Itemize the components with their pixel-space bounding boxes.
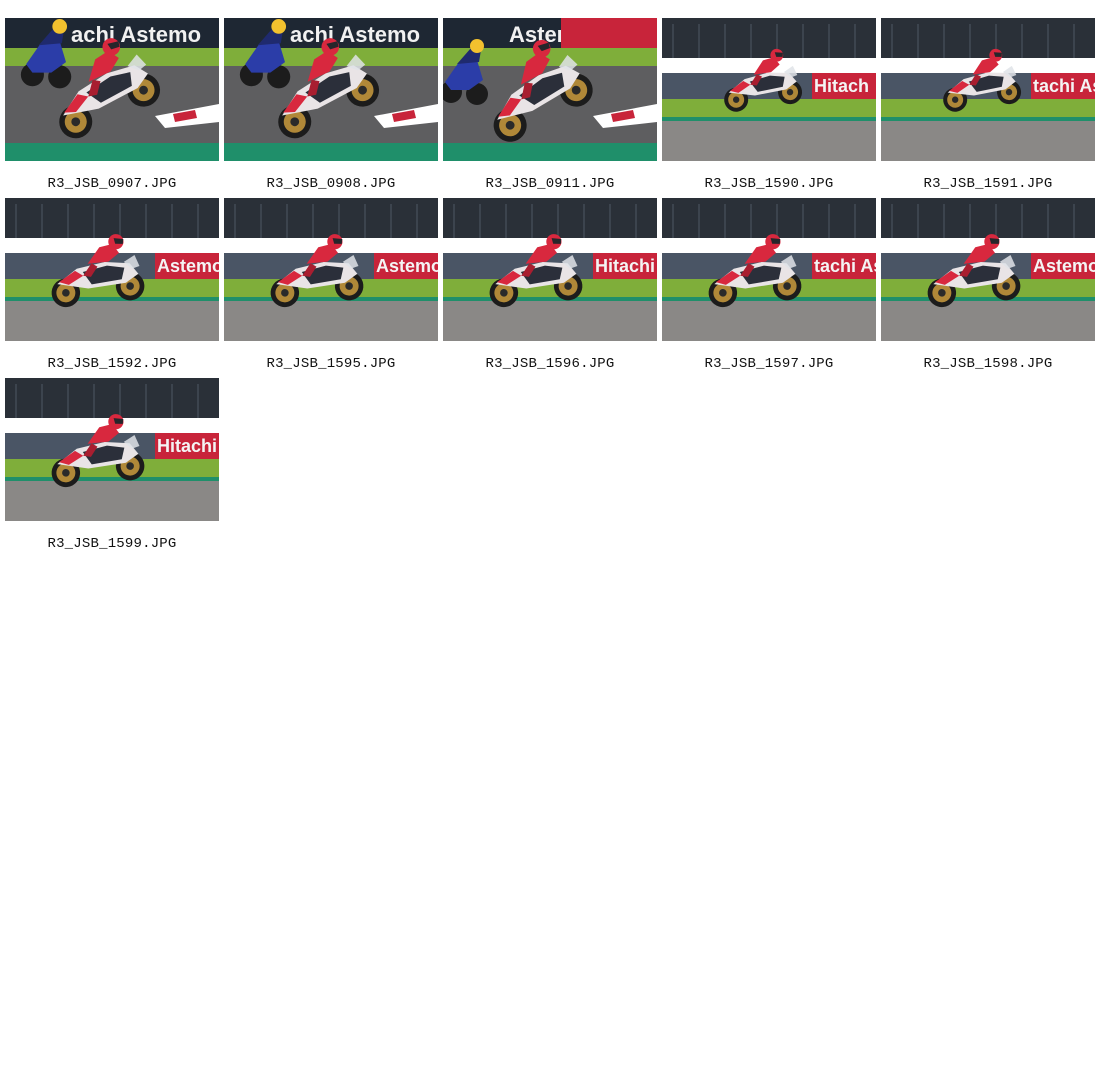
banner-text: Astemo: [1033, 256, 1095, 276]
photo-thumbnail[interactable]: achi Astemo: [5, 18, 219, 161]
thumbnail-filename[interactable]: R3_JSB_0911.JPG: [443, 176, 657, 192]
banner-text: achi Astemo: [290, 22, 420, 47]
thumbnail-filename[interactable]: R3_JSB_1599.JPG: [5, 536, 219, 552]
photo-thumbnail[interactable]: Hitach: [662, 18, 876, 161]
gallery-tile[interactable]: Astemo R3_JSB_1595.JPG: [224, 198, 438, 378]
banner-text: Astemo: [376, 256, 438, 276]
thumbnail-filename[interactable]: R3_JSB_1591.JPG: [881, 176, 1095, 192]
gallery-tile[interactable]: tachi Ast R3_JSB_1591.JPG: [881, 18, 1095, 198]
photo-thumbnail[interactable]: Hitachi: [5, 378, 219, 521]
photo-thumbnail[interactable]: achi Astemo: [224, 18, 438, 161]
photo-thumbnail[interactable]: Astemo: [881, 198, 1095, 341]
banner-text: Hitach: [814, 76, 869, 96]
photo-thumbnail[interactable]: tachi Aste: [662, 198, 876, 341]
banner-text: tachi Aste: [814, 256, 876, 276]
banner-text: achi Astemo: [71, 22, 201, 47]
photo-thumbnail[interactable]: Hitachi: [443, 198, 657, 341]
banner-text: Astemo: [157, 256, 219, 276]
thumbnail-filename[interactable]: R3_JSB_1592.JPG: [5, 356, 219, 372]
thumbnail-filename[interactable]: R3_JSB_0908.JPG: [224, 176, 438, 192]
photo-thumbnail[interactable]: Astemo Hitach: [443, 18, 657, 161]
banner-text: tachi Ast: [1033, 76, 1095, 96]
photo-thumbnail[interactable]: tachi Ast: [881, 18, 1095, 161]
gallery-tile[interactable]: Hitach R3_JSB_1590.JPG: [662, 18, 876, 198]
thumbnail-filename[interactable]: R3_JSB_1598.JPG: [881, 356, 1095, 372]
thumbnail-filename[interactable]: R3_JSB_1597.JPG: [662, 356, 876, 372]
gallery-tile[interactable]: Astemo Hitach R3_JSB_0911.JPG: [443, 18, 657, 198]
thumbnail-filename[interactable]: R3_JSB_1596.JPG: [443, 356, 657, 372]
thumbnail-filename[interactable]: R3_JSB_0907.JPG: [5, 176, 219, 192]
gallery-tile[interactable]: Astemo R3_JSB_1592.JPG: [5, 198, 219, 378]
gallery-tile[interactable]: Hitachi R3_JSB_1596.JPG: [443, 198, 657, 378]
banner-text: Hitachi: [157, 436, 217, 456]
photo-thumbnail[interactable]: Astemo: [5, 198, 219, 341]
gallery-tile[interactable]: tachi Aste R3_JSB_1597.JPG: [662, 198, 876, 378]
gallery-tile[interactable]: Hitachi R3_JSB_1599.JPG: [5, 378, 219, 558]
gallery-tile[interactable]: Astemo R3_JSB_1598.JPG: [881, 198, 1095, 378]
thumbnail-filename[interactable]: R3_JSB_1590.JPG: [662, 176, 876, 192]
photo-thumbnail[interactable]: Astemo: [224, 198, 438, 341]
banner-text: Hitachi: [595, 256, 655, 276]
gallery-tile[interactable]: achi Astemo R3_JSB_0908.JPG: [224, 18, 438, 198]
gallery-tile[interactable]: achi Astemo R3_JSB_0907.JPG: [5, 18, 219, 198]
thumbnail-filename[interactable]: R3_JSB_1595.JPG: [224, 356, 438, 372]
